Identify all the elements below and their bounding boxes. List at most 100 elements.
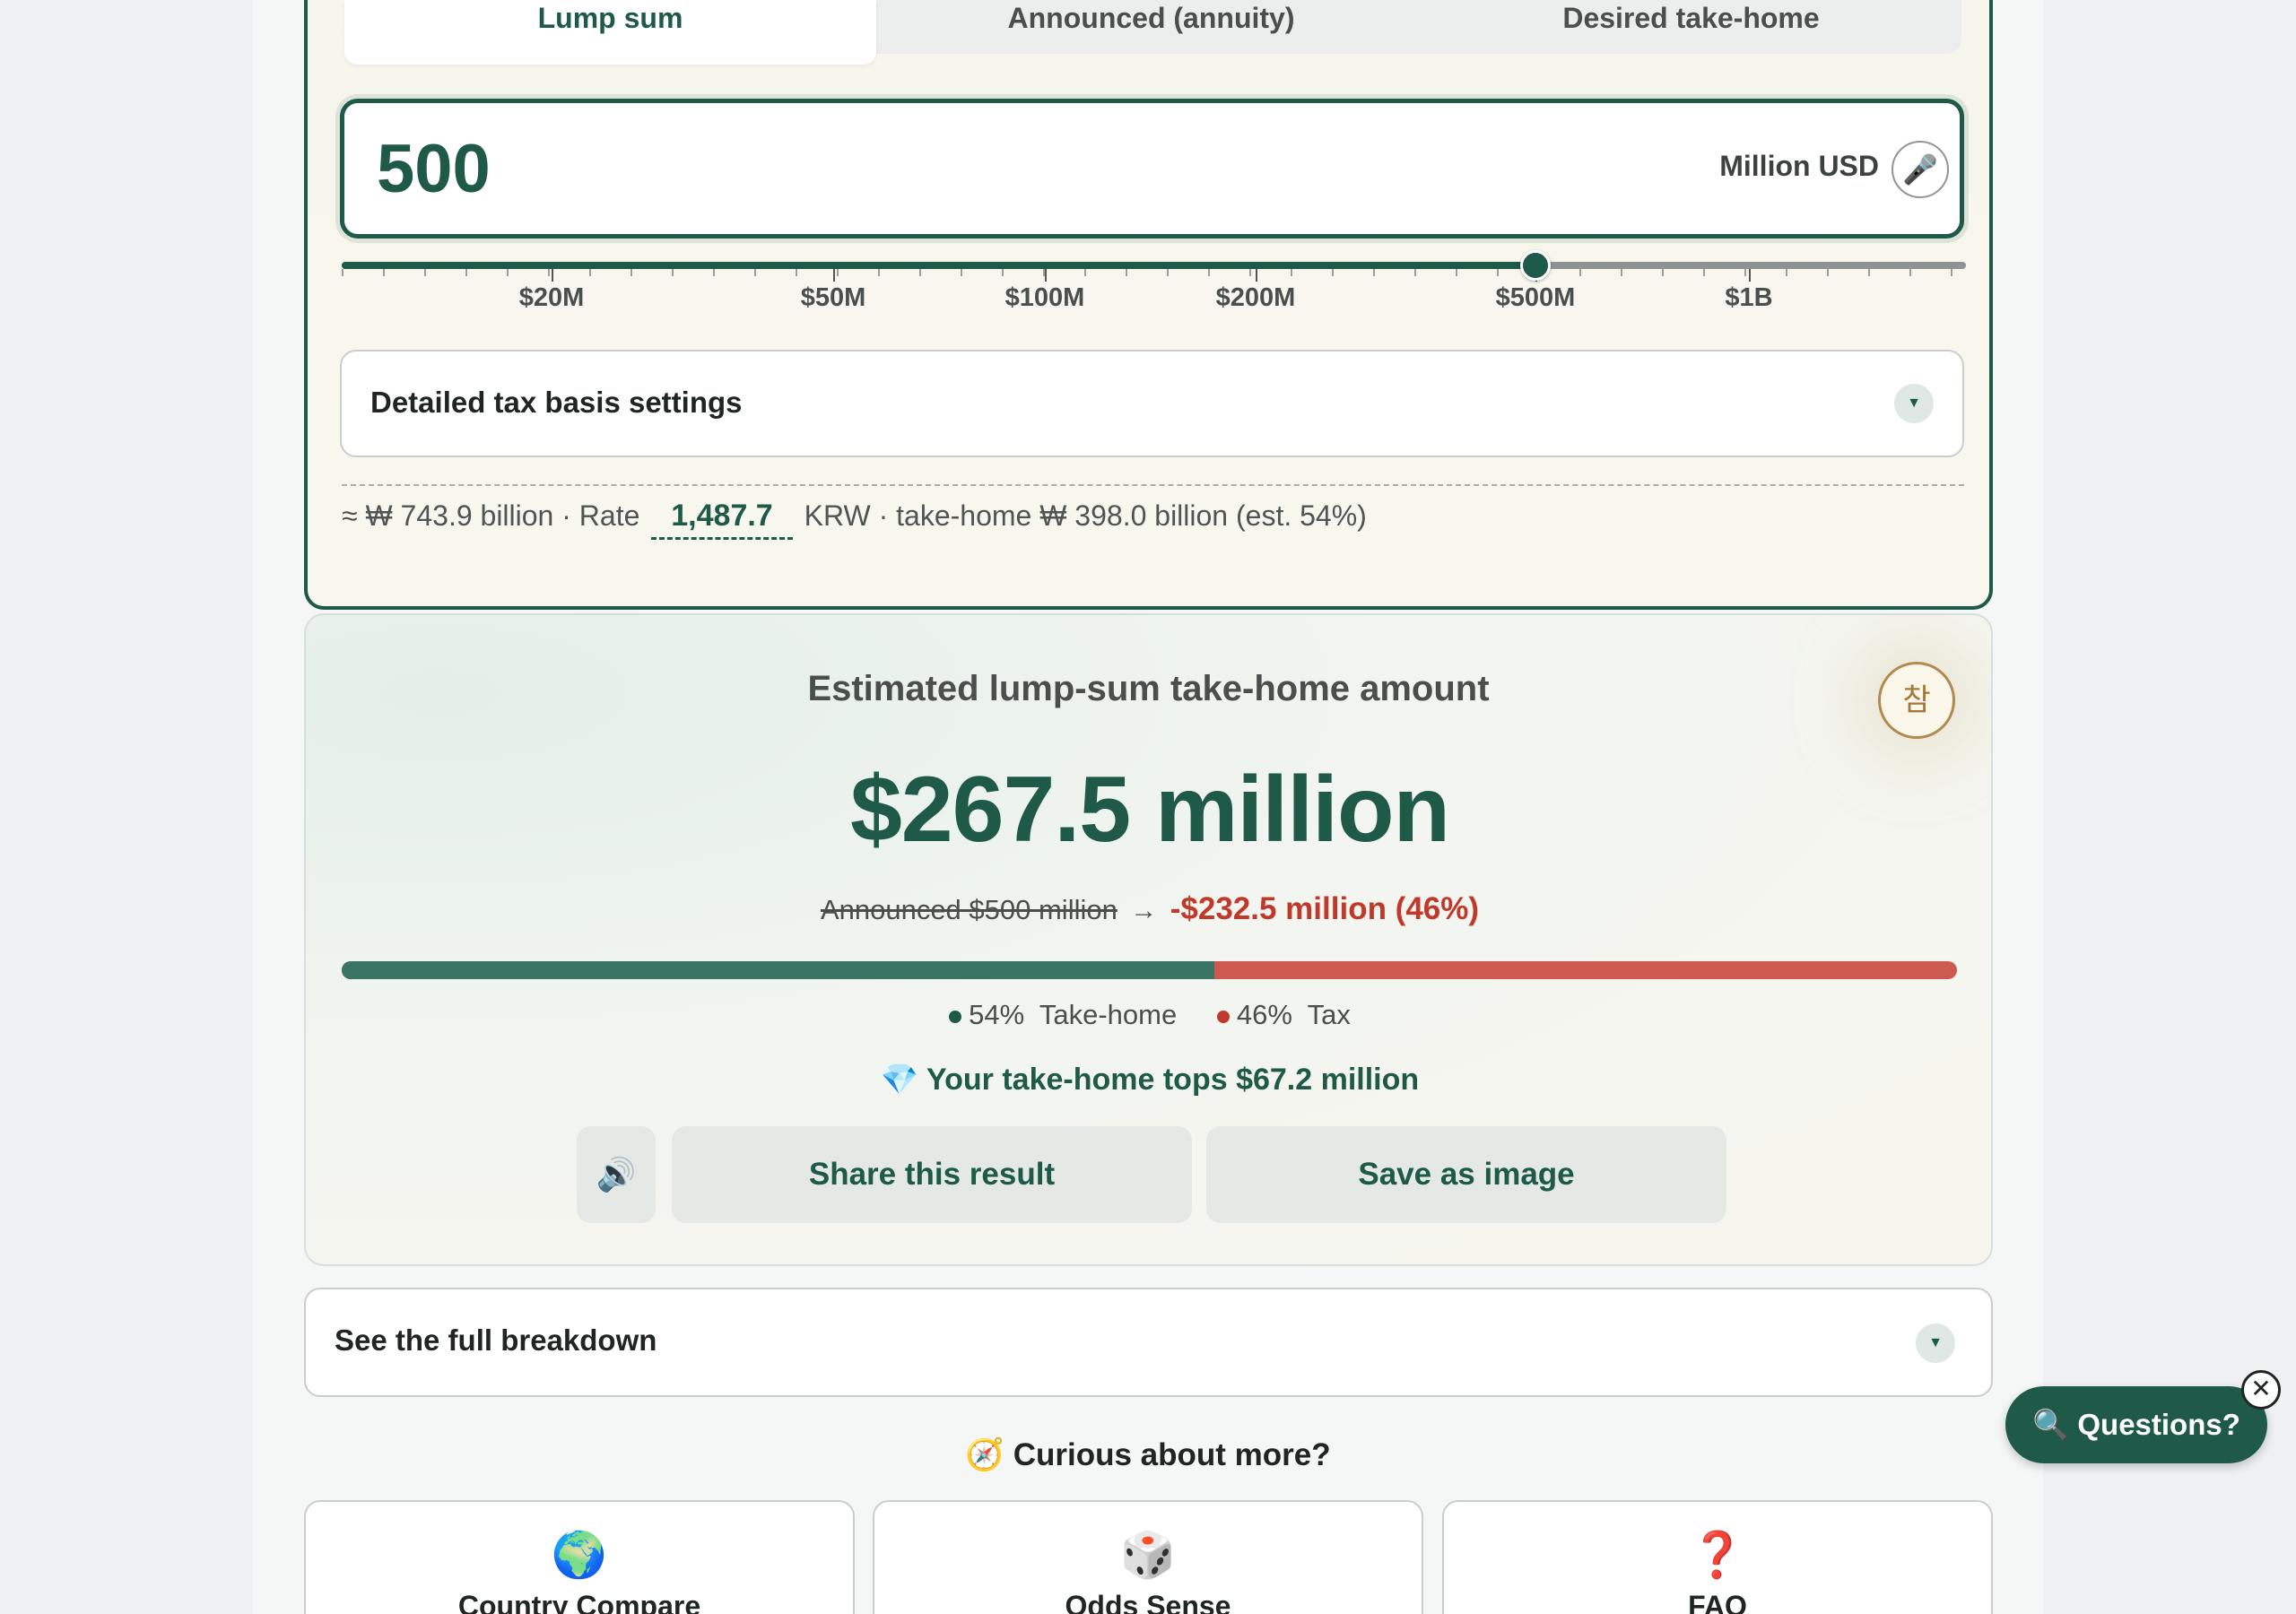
take-home-amount: $267.5 million xyxy=(849,758,1450,862)
question-icon: ❓ xyxy=(1689,1530,1746,1580)
bar-legend: 54% Take-home 46% Tax xyxy=(306,999,1991,1031)
odds-sense-card[interactable]: 🎲 Odds Sense xyxy=(873,1500,1423,1614)
slider-major-tick xyxy=(552,269,553,282)
reference-badge[interactable]: 참 xyxy=(1878,662,1955,739)
chevron-down-icon[interactable]: ▼ xyxy=(1916,1323,1955,1363)
slider-label: $1B xyxy=(1725,283,1773,312)
slider-label: $20M xyxy=(518,283,585,312)
calculator-card: Lump sum Announced (annuity) Desired tak… xyxy=(304,0,1993,610)
save-image-button[interactable]: Save as image xyxy=(1206,1126,1726,1223)
slider-tick xyxy=(1208,269,1210,276)
close-icon[interactable]: ✕ xyxy=(2241,1370,2281,1410)
slider-tick xyxy=(631,269,632,276)
legend-tax: 46% Tax xyxy=(1216,999,1351,1030)
slider-tick xyxy=(1951,269,1952,276)
slider-tick xyxy=(1167,269,1169,276)
slider-tick xyxy=(961,269,962,276)
slider-tick xyxy=(1373,269,1375,276)
slider-tick xyxy=(837,269,839,276)
slider-tick xyxy=(919,269,921,276)
tax-difference: -$232.5 million (46%) xyxy=(1170,891,1480,926)
tab-lump-sum[interactable]: Lump sum xyxy=(344,0,876,65)
faq-card[interactable]: ❓ FAQ xyxy=(1442,1500,1993,1614)
questions-button[interactable]: 🔍 Questions? xyxy=(2005,1386,2267,1463)
slider-major-tick xyxy=(833,269,835,282)
amount-value[interactable]: 500 xyxy=(377,130,491,208)
tab-label: Lump sum xyxy=(537,2,683,34)
tab-label: Desired take-home xyxy=(1562,2,1820,34)
slider-major-tick xyxy=(1749,269,1751,282)
slider-tick xyxy=(342,269,344,276)
take-home-dot-icon xyxy=(949,1010,962,1023)
legend-take-pct: 54% xyxy=(969,999,1025,1030)
slider-tick xyxy=(796,269,797,276)
arrow-right-icon: → xyxy=(1130,896,1158,925)
legend-take-home: 54% Take-home xyxy=(949,999,1185,1030)
slider-tick xyxy=(1002,269,1004,276)
slider-tick xyxy=(878,269,880,276)
slider-knob[interactable] xyxy=(1520,250,1551,281)
slider-tick xyxy=(1414,269,1416,276)
slider-tick xyxy=(1579,269,1581,276)
slider-tick xyxy=(465,269,467,276)
divider xyxy=(342,484,1964,486)
slider-tick xyxy=(1703,269,1705,276)
milestone-message: 💎 Your take-home tops $67.2 million xyxy=(880,1063,1420,1097)
conversion-prefix: ≈ ₩ 743.9 billion · Rate xyxy=(342,499,640,532)
conversion-suffix: KRW · take-home ₩ 398.0 billion (est. 54… xyxy=(804,499,1367,532)
legend-tax-pct: 46% xyxy=(1236,999,1292,1030)
legend-tax-label: Tax xyxy=(1307,999,1351,1030)
share-result-button[interactable]: Share this result xyxy=(672,1126,1192,1223)
slider-label: $50M xyxy=(800,283,866,312)
conversion-line: ≈ ₩ 743.9 billion · Rate 1,487.7 KRW · t… xyxy=(342,499,1367,540)
slider-tick xyxy=(672,269,674,276)
slider-tick xyxy=(1868,269,1870,276)
slider-tick xyxy=(1662,269,1664,276)
amount-unit: Million USD xyxy=(1719,150,1879,182)
slider-tick xyxy=(1909,269,1911,276)
slider-tick xyxy=(589,269,591,276)
result-card: Estimated lump-sum take-home amount 참 $2… xyxy=(304,613,1993,1266)
slider-fill xyxy=(342,262,1535,269)
amount-slider[interactable]: $20M $50M $100M $200M $500M $1B xyxy=(342,250,1966,325)
slider-tick xyxy=(1744,269,1746,276)
breakdown-label: See the full breakdown xyxy=(335,1323,657,1357)
card-label: Odds Sense xyxy=(1065,1590,1231,1614)
speaker-icon[interactable]: 🔊 xyxy=(577,1126,656,1223)
slider-tick xyxy=(1827,269,1829,276)
mode-tabs: Lump sum Announced (annuity) Desired tak… xyxy=(344,0,1961,65)
tax-settings-label: Detailed tax basis settings xyxy=(370,386,743,419)
more-section-title: 🧭 Curious about more? xyxy=(965,1437,1331,1472)
slider-tick xyxy=(383,269,385,276)
slider-tick xyxy=(1456,269,1457,276)
announced-amount: Announced $500 million xyxy=(820,894,1118,925)
slider-tick xyxy=(1291,269,1292,276)
slider-tick xyxy=(1249,269,1251,276)
globe-icon: 🌍 xyxy=(551,1530,608,1580)
amount-input[interactable]: 500 Million USD 🎤 xyxy=(340,99,1964,239)
slider-major-tick xyxy=(1045,269,1047,282)
tax-settings-accordion[interactable]: Detailed tax basis settings ▼ xyxy=(340,350,1964,457)
tab-announced-annuity[interactable]: Announced (annuity) xyxy=(885,0,1417,65)
tax-dot-icon xyxy=(1216,1010,1230,1023)
microphone-icon[interactable]: 🎤 xyxy=(1892,141,1949,198)
legend-take-label: Take-home xyxy=(1039,999,1178,1030)
full-breakdown-accordion[interactable]: See the full breakdown ▼ xyxy=(304,1288,1993,1397)
country-compare-card[interactable]: 🌍 Country Compare xyxy=(304,1500,855,1614)
slider-tick xyxy=(507,269,509,276)
slider-tick xyxy=(1497,269,1499,276)
card-label: Country Compare xyxy=(457,1590,701,1614)
tab-desired-take-home[interactable]: Desired take-home xyxy=(1425,0,1957,65)
result-title: Estimated lump-sum take-home amount xyxy=(807,669,1490,708)
announced-comparison: Announced $500 million → -$232.5 million… xyxy=(306,891,1991,927)
slider-tick xyxy=(1621,269,1622,276)
chevron-down-icon[interactable]: ▼ xyxy=(1894,384,1934,423)
slider-tick xyxy=(754,269,756,276)
dice-icon: 🎲 xyxy=(1119,1530,1177,1580)
card-label: FAQ xyxy=(1688,1590,1747,1614)
slider-label: $100M xyxy=(1004,283,1085,312)
slider-tick xyxy=(548,269,550,276)
slider-tick xyxy=(1786,269,1787,276)
exchange-rate-input[interactable]: 1,487.7 xyxy=(651,499,793,540)
slider-tick xyxy=(1126,269,1127,276)
